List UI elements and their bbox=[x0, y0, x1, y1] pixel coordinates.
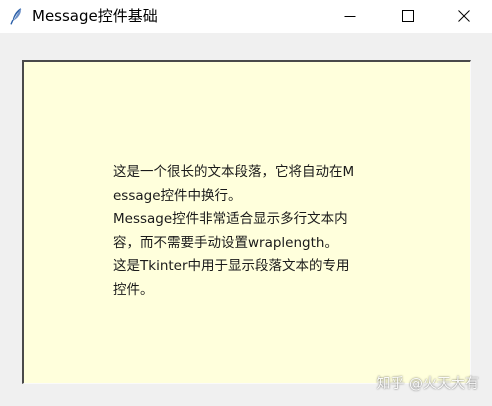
title-bar[interactable]: Message控件基础 bbox=[0, 0, 492, 33]
minimize-icon bbox=[344, 7, 356, 26]
message-line: 这是Tkinter中用于显示段落文本的专用 bbox=[113, 258, 350, 274]
watermark: 知乎 @火天大有 bbox=[376, 376, 479, 392]
close-button[interactable] bbox=[436, 0, 492, 33]
maximize-icon bbox=[402, 7, 414, 26]
message-line: 容，而不需要手动设置wraplength。 bbox=[113, 234, 338, 251]
app-window: Message控件基础 这是一个很长的文本段落，它将自动在M essage控件中… bbox=[0, 0, 492, 406]
close-icon bbox=[458, 7, 470, 26]
message-line: 控件。 bbox=[113, 281, 154, 298]
message-line: 这是一个很长的文本段落，它将自动在M bbox=[113, 164, 355, 180]
feather-icon bbox=[9, 7, 23, 25]
maximize-button[interactable] bbox=[378, 0, 438, 33]
message-line: Message控件非常适合显示多行文本内 bbox=[113, 211, 348, 227]
message-widget: 这是一个很长的文本段落，它将自动在M essage控件中换行。 Message控… bbox=[22, 60, 471, 384]
message-line: essage控件中换行。 bbox=[113, 187, 242, 204]
message-text: 这是一个很长的文本段落，它将自动在M essage控件中换行。 Message控… bbox=[113, 161, 393, 302]
window-title: Message控件基础 bbox=[32, 7, 158, 25]
minimize-button[interactable] bbox=[320, 0, 380, 33]
